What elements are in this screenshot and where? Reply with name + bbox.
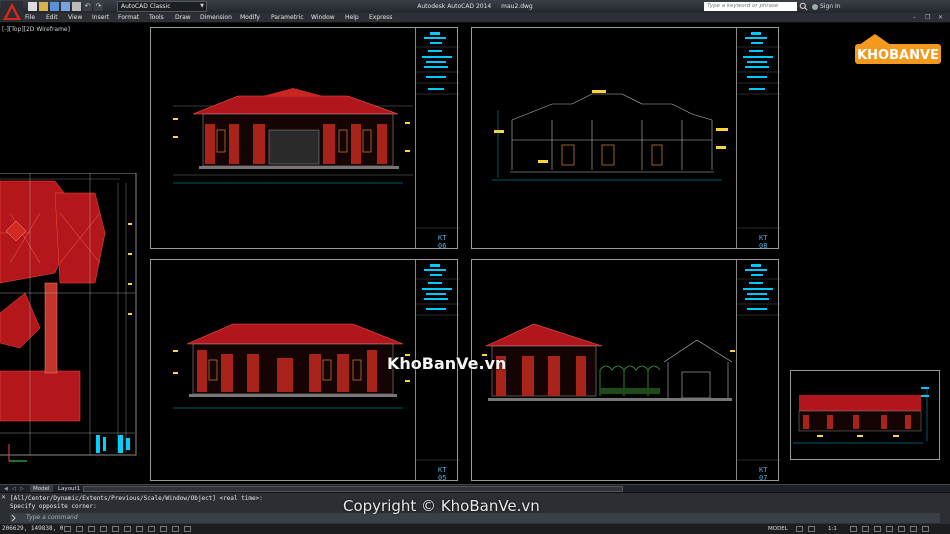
application-menu-button[interactable] bbox=[1, 1, 23, 22]
menu-draw[interactable]: Draw bbox=[175, 13, 191, 23]
search-icon[interactable] bbox=[799, 2, 808, 11]
plot-icon[interactable] bbox=[72, 2, 81, 11]
clean-screen-icon[interactable] bbox=[922, 526, 929, 532]
isolate-objects-icon[interactable] bbox=[898, 526, 905, 532]
redo-icon[interactable]: ↷ bbox=[94, 2, 103, 11]
infer-constraints-icon[interactable] bbox=[64, 526, 71, 532]
drawing-canvas[interactable]: [-][Top][2D Wireframe] KT 06 KT 08 KT 05… bbox=[0, 23, 950, 484]
object-snap-tracking-icon[interactable] bbox=[148, 526, 155, 532]
minimize-drawing-icon[interactable]: – bbox=[913, 13, 916, 23]
annotation-visibility-icon[interactable] bbox=[850, 526, 857, 532]
workspace-dropdown[interactable]: AutoCAD Classic ▼ bbox=[117, 1, 207, 12]
sign-in-label: Sign In bbox=[820, 3, 841, 10]
autocad-window: ↶ ↷ AutoCAD Classic ▼ Autodesk AutoCAD 2… bbox=[0, 0, 950, 534]
command-placeholder: Type a command bbox=[26, 514, 78, 521]
command-history: [All/Center/Dynamic/Extents/Previous/Sca… bbox=[10, 495, 263, 511]
sign-in-button[interactable]: Sign In bbox=[812, 1, 841, 12]
menu-view[interactable]: View bbox=[68, 13, 82, 23]
snap-mode-icon[interactable] bbox=[76, 526, 83, 532]
sheet-partial-right[interactable] bbox=[790, 370, 940, 460]
status-bar-menu-icon[interactable] bbox=[910, 526, 917, 532]
status-bar: 206629, 149838, 0 MODEL 1:1 bbox=[0, 524, 950, 534]
save-as-icon[interactable] bbox=[61, 2, 70, 11]
workspace-label: AutoCAD Classic bbox=[121, 3, 171, 10]
side-elevation-drawing bbox=[482, 323, 735, 401]
command-history-line: Specify opposite corner: bbox=[10, 503, 97, 510]
coordinates-readout: 206629, 149838, 0 bbox=[2, 525, 64, 532]
menu-format[interactable]: Format bbox=[118, 13, 139, 23]
khobanve-logo: KHOBANVE bbox=[855, 34, 941, 64]
menu-dimension[interactable]: Dimension bbox=[200, 13, 232, 23]
annotation-scale[interactable]: 1:1 bbox=[828, 524, 837, 534]
open-icon[interactable] bbox=[39, 2, 48, 11]
title-block: KT 07 bbox=[736, 260, 781, 482]
menu-insert[interactable]: Insert bbox=[92, 13, 109, 23]
title-block: KT 08 bbox=[736, 28, 781, 250]
section-drawing bbox=[492, 90, 728, 181]
partial-elevation-drawing bbox=[793, 387, 929, 444]
lineweight-icon[interactable] bbox=[184, 526, 191, 532]
lock-icon[interactable] bbox=[874, 526, 881, 532]
sheet-kt06[interactable]: KT 06 bbox=[150, 27, 460, 250]
save-icon[interactable] bbox=[50, 2, 59, 11]
ortho-mode-icon[interactable] bbox=[100, 526, 107, 532]
watermark: KhoBanVe.vn bbox=[387, 354, 507, 373]
new-icon[interactable] bbox=[28, 2, 37, 11]
menu-tools[interactable]: Tools bbox=[149, 13, 164, 23]
command-prompt-icon bbox=[11, 514, 16, 522]
menu-bar: File Edit View Insert Format Tools Draw … bbox=[0, 13, 950, 23]
sheet-kt08[interactable]: KT 08 bbox=[471, 27, 781, 250]
grid-display-icon[interactable] bbox=[88, 526, 95, 532]
undo-icon[interactable]: ↶ bbox=[83, 2, 92, 11]
3d-object-snap-icon[interactable] bbox=[136, 526, 143, 532]
app-title: Autodesk AutoCAD 2014 bbox=[417, 3, 492, 10]
sheet-number: KT 05 bbox=[438, 466, 447, 482]
layout-tab-bar: ◀ ◁ ▷ Model Layout1 bbox=[0, 484, 950, 493]
model-space-button[interactable]: MODEL bbox=[768, 524, 788, 534]
title-bar: ↶ ↷ AutoCAD Classic ▼ Autodesk AutoCAD 2… bbox=[0, 0, 950, 22]
hardware-acceleration-icon[interactable] bbox=[886, 526, 893, 532]
chevron-down-icon: ▼ bbox=[200, 3, 204, 9]
restore-drawing-icon[interactable]: ❐ bbox=[925, 13, 930, 23]
workspace-switching-icon[interactable] bbox=[862, 526, 869, 532]
polar-tracking-icon[interactable] bbox=[112, 526, 119, 532]
sheet-number: KT 08 bbox=[759, 234, 768, 250]
dynamic-input-icon[interactable] bbox=[172, 526, 179, 532]
copyright-watermark: Copyright © KhoBanVe.vn bbox=[343, 497, 540, 515]
brand-logo-text: KHOBANVE bbox=[857, 48, 939, 63]
dynamic-ucs-icon[interactable] bbox=[160, 526, 167, 532]
front-elevation-drawing bbox=[173, 88, 413, 184]
close-drawing-icon[interactable]: ✕ bbox=[938, 13, 943, 23]
menu-express[interactable]: Express bbox=[369, 13, 392, 23]
object-snap-icon[interactable] bbox=[124, 526, 131, 532]
autocad-logo-icon bbox=[3, 3, 21, 20]
document-name: mau2.dwg bbox=[501, 3, 533, 10]
menu-edit[interactable]: Edit bbox=[46, 13, 58, 23]
title-block: KT 06 bbox=[415, 28, 460, 250]
menu-help[interactable]: Help bbox=[345, 13, 359, 23]
ucs-icon bbox=[8, 444, 27, 462]
quick-view-layouts-icon[interactable] bbox=[796, 526, 803, 532]
command-history-line: [All/Center/Dynamic/Extents/Previous/Sca… bbox=[10, 495, 263, 502]
menu-modify[interactable]: Modify bbox=[240, 13, 260, 23]
sheet-number: KT 07 bbox=[759, 466, 768, 482]
sheet-number: KT 06 bbox=[438, 234, 447, 250]
rear-elevation-drawing bbox=[173, 323, 410, 409]
quick-view-drawings-icon[interactable] bbox=[808, 526, 815, 532]
roof-plan-drawing bbox=[0, 173, 137, 456]
quick-access-toolbar: ↶ ↷ bbox=[28, 1, 103, 12]
close-icon[interactable]: ✕ bbox=[1, 495, 7, 501]
user-icon bbox=[812, 3, 818, 10]
viewport-controls[interactable]: [-][Top][2D Wireframe] bbox=[2, 26, 70, 33]
menu-parametric[interactable]: Parametric bbox=[271, 13, 304, 23]
sheet-kt07[interactable]: KT 07 bbox=[471, 259, 781, 482]
menu-window[interactable]: Window bbox=[311, 13, 335, 23]
search-input[interactable]: Type a keyword or phrase bbox=[704, 2, 797, 11]
menu-file[interactable]: File bbox=[25, 13, 35, 23]
